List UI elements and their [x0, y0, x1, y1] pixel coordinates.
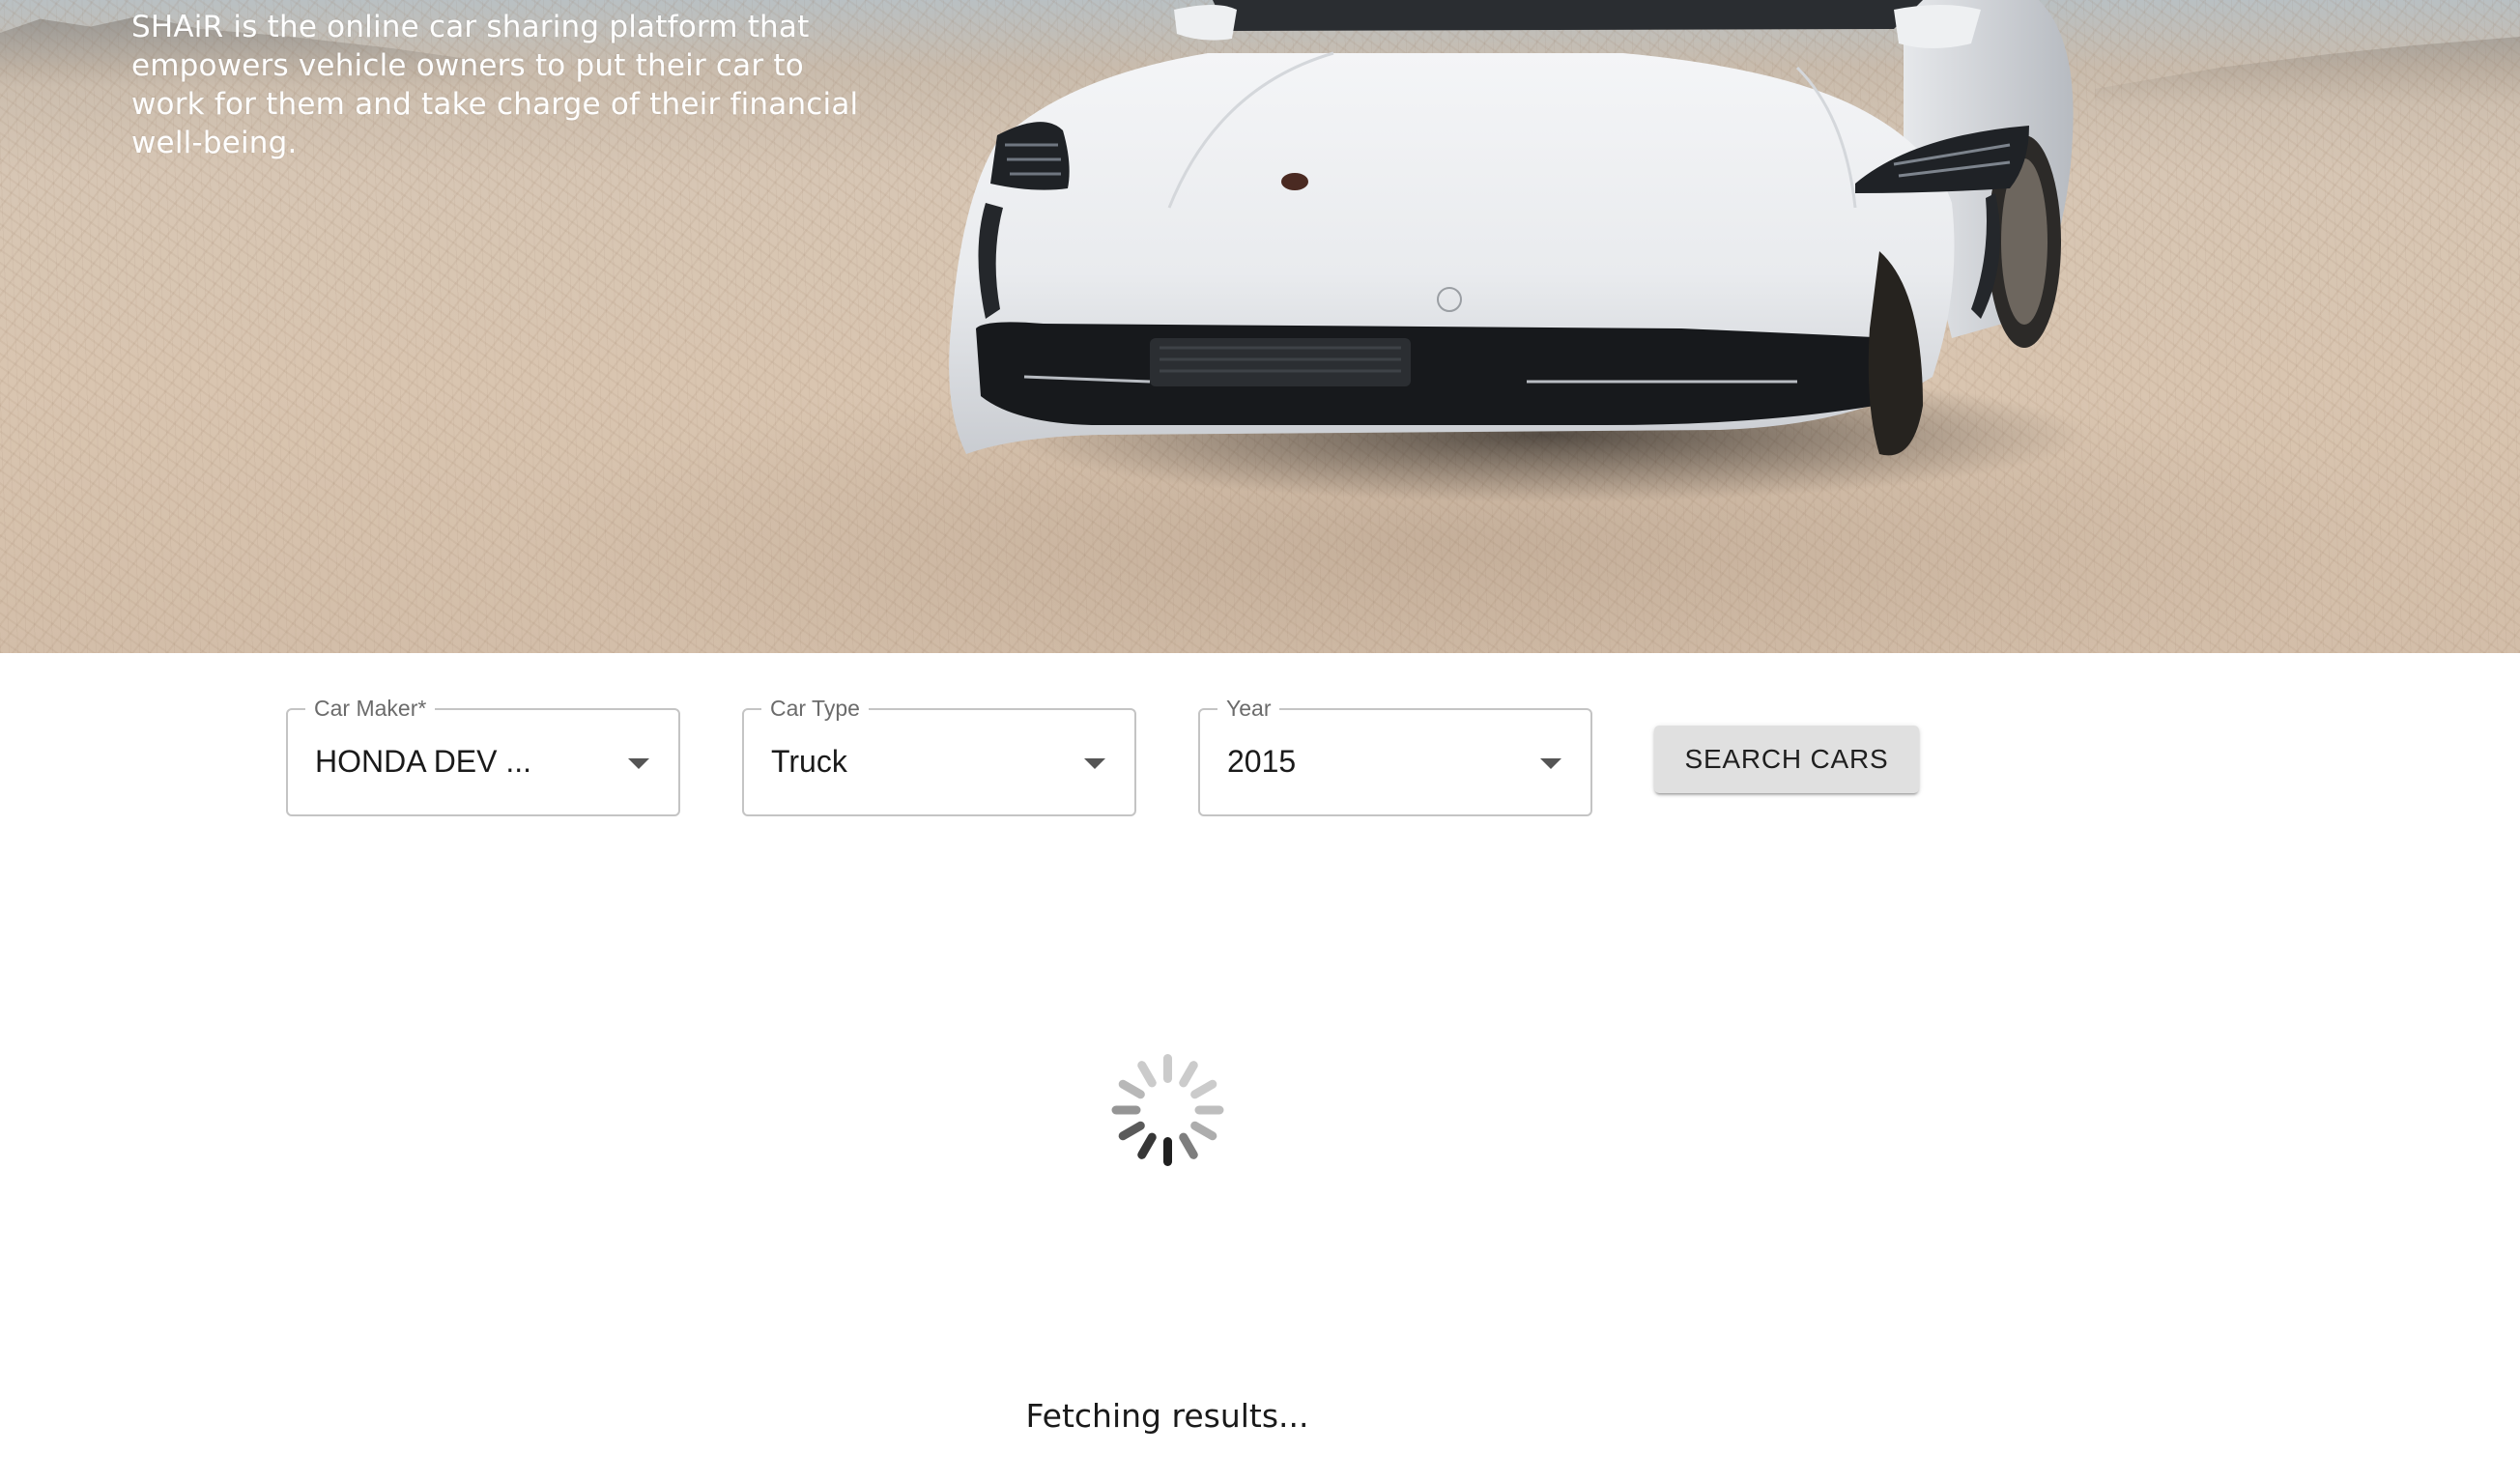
spinner-spoke	[1163, 1137, 1172, 1166]
year-label: Year	[1217, 695, 1280, 722]
car-photo	[949, 0, 2087, 502]
spinner-spoke	[1188, 1078, 1218, 1100]
spinner-spoke	[1117, 1120, 1147, 1142]
car-maker-value: HONDA DEV ...	[315, 744, 532, 779]
car-type-label: Car Type	[761, 695, 869, 722]
spinner-spoke	[1177, 1059, 1200, 1090]
spinner-spoke	[1117, 1078, 1147, 1100]
dropdown-arrow-icon	[1084, 758, 1105, 769]
dropdown-arrow-icon	[628, 758, 649, 769]
spinner-spoke	[1163, 1054, 1172, 1083]
spinner-spoke	[1188, 1120, 1218, 1142]
spinner-spoke	[1194, 1105, 1224, 1115]
loading-spinner-icon	[1109, 1052, 1225, 1168]
required-mark: *	[417, 696, 427, 721]
car-type-select[interactable]: Car Type Truck	[742, 695, 1136, 816]
car-maker-label: Car Maker*	[305, 695, 436, 722]
car-type-value: Truck	[771, 744, 847, 779]
spinner-spoke	[1177, 1130, 1200, 1161]
year-select[interactable]: Year 2015	[1198, 695, 1592, 816]
car-maker-select[interactable]: Car Maker* HONDA DEV ...	[286, 695, 680, 816]
car-maker-label-text: Car Maker	[314, 696, 418, 721]
spinner-spoke	[1135, 1130, 1159, 1161]
spinner-spoke	[1135, 1059, 1159, 1090]
loading-status-text: Fetching results...	[1025, 1397, 1309, 1435]
car-search-form: Car Maker* HONDA DEV ... Car Type Truck …	[0, 695, 2520, 821]
year-value: 2015	[1227, 744, 1297, 779]
spinner-spoke	[1111, 1105, 1141, 1115]
dropdown-arrow-icon	[1540, 758, 1561, 769]
search-cars-button[interactable]: SEARCH CARS	[1654, 726, 1919, 793]
hero-description: SHAiR is the online car sharing platform…	[131, 10, 859, 160]
hero-banner: SHAiR is the online car sharing platform…	[0, 0, 2520, 653]
